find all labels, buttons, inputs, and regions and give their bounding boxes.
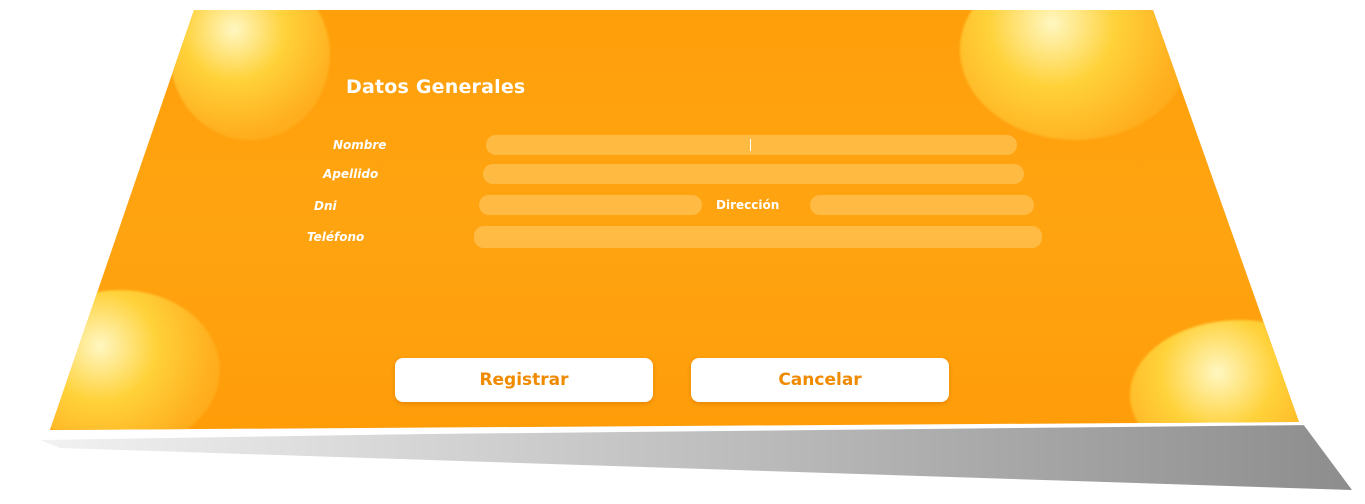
apellido-label: Apellido	[323, 167, 379, 181]
balloon-decoration	[960, 10, 1190, 140]
telefono-label: Teléfono	[307, 230, 365, 244]
dni-label: Dni	[314, 199, 337, 213]
cancel-button[interactable]: Cancelar	[691, 358, 949, 402]
balloon-decoration	[170, 10, 330, 140]
text-cursor	[750, 139, 751, 151]
direccion-label: Dirección	[716, 198, 780, 212]
register-button[interactable]: Registrar	[395, 358, 653, 402]
nombre-input[interactable]	[486, 135, 1017, 155]
telefono-input[interactable]	[474, 226, 1042, 248]
dni-input[interactable]	[479, 195, 702, 215]
apellido-input[interactable]	[483, 164, 1024, 184]
nombre-label: Nombre	[333, 138, 387, 152]
direccion-input[interactable]	[810, 195, 1034, 215]
form-title: Datos Generales	[346, 76, 526, 98]
